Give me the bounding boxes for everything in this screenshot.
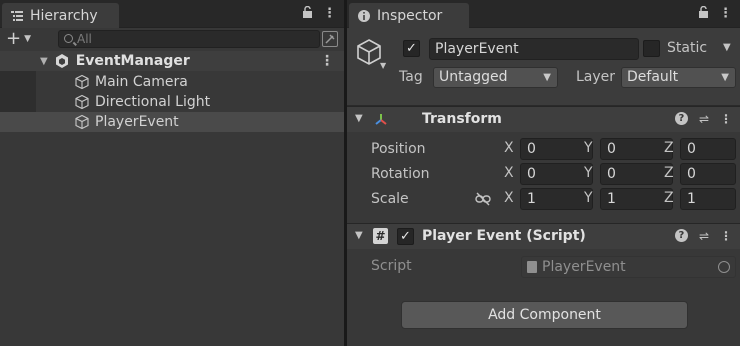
hierarchy-toolbar: + ▼: [0, 28, 344, 50]
tab-inspector[interactable]: Inspector: [349, 3, 469, 28]
hierarchy-search[interactable]: [58, 30, 320, 48]
gameobject-cube-icon[interactable]: [355, 38, 383, 70]
axis-x-label: X: [504, 190, 514, 206]
link-icon[interactable]: [475, 192, 491, 210]
script-icon: #: [373, 228, 388, 244]
transform-title: Transform: [422, 111, 502, 127]
fold-arrow-icon[interactable]: ▼: [355, 113, 363, 124]
inspector-panel: Inspector ⋮ ▼ ✓ PlayerEvent Static ▼ Tag…: [347, 0, 740, 346]
rotation-x-field[interactable]: 0: [520, 163, 593, 185]
script-component-header[interactable]: ▼ # ✓ Player Event (Script) ? ⇌ ⋮: [347, 223, 740, 249]
position-row: Position X 0 Y 0 Z 0: [347, 137, 740, 162]
fold-arrow-icon[interactable]: ▼: [40, 56, 48, 67]
search-icon: [64, 34, 73, 43]
lock-icon[interactable]: [698, 5, 709, 22]
static-label: Static: [667, 40, 708, 56]
axis-x-label: X: [504, 165, 514, 181]
position-z-field[interactable]: 0: [680, 138, 736, 160]
tag-label: Tag: [399, 69, 423, 85]
script-file-icon: [527, 261, 537, 273]
script-enabled-checkbox[interactable]: ✓: [397, 228, 414, 245]
active-checkbox[interactable]: ✓: [403, 40, 420, 57]
transform-icon: [373, 112, 389, 132]
tab-hierarchy[interactable]: Hierarchy: [2, 3, 119, 28]
chevron-down-icon[interactable]: ▼: [24, 34, 31, 44]
object-name-field[interactable]: PlayerEvent: [429, 38, 639, 60]
scene-name: EventManager: [75, 53, 190, 69]
static-dropdown-icon[interactable]: ▼: [723, 42, 731, 53]
hierarchy-item-label: Directional Light: [95, 94, 211, 110]
add-component-button[interactable]: Add Component: [401, 301, 688, 329]
static-checkbox[interactable]: [643, 40, 660, 57]
cube-icon: [74, 74, 90, 90]
axis-y-label: Y: [584, 165, 593, 181]
rotation-label: Rotation: [371, 166, 430, 182]
axis-z-label: Z: [664, 190, 674, 206]
fold-arrow-icon[interactable]: ▼: [355, 230, 363, 241]
layer-label: Layer: [576, 69, 616, 85]
rotation-z-field[interactable]: 0: [680, 163, 736, 185]
search-input[interactable]: [77, 31, 307, 47]
script-value: PlayerEvent: [542, 259, 626, 275]
rotation-y-field[interactable]: 0: [600, 163, 673, 185]
unity-scene-icon: [54, 53, 70, 69]
script-field: PlayerEvent: [521, 256, 736, 278]
scene-kebab-icon[interactable]: ⋮: [320, 53, 334, 69]
kebab-icon[interactable]: ⋮: [720, 112, 732, 126]
scale-z-field[interactable]: 1: [680, 188, 736, 210]
scale-x-field[interactable]: 1: [520, 188, 593, 210]
hierarchy-panel: Hierarchy ⋮ + ▼ ▼ EventManager ⋮: [0, 0, 344, 346]
plus-icon[interactable]: +: [6, 30, 21, 48]
object-picker-icon[interactable]: [718, 261, 730, 273]
tag-dropdown[interactable]: Untagged ▼: [433, 67, 558, 88]
preset-icon[interactable]: ⇌: [699, 229, 709, 243]
hierarchy-item-playerevent[interactable]: PlayerEvent: [0, 112, 344, 132]
scale-label: Scale: [371, 191, 409, 207]
hierarchy-tab-label: Hierarchy: [30, 7, 98, 24]
gameobject-header: ▼ ✓ PlayerEvent Static ▼ Tag Untagged ▼ …: [347, 28, 740, 106]
position-x-field[interactable]: 0: [520, 138, 593, 160]
scene-row[interactable]: ▼ EventManager ⋮: [0, 51, 344, 71]
transform-header[interactable]: ▼ Transform ? ⇌ ⋮: [347, 106, 740, 132]
cube-icon: [74, 94, 90, 110]
lock-icon[interactable]: [302, 5, 313, 22]
script-label: Script: [371, 258, 412, 274]
picker-icon[interactable]: [322, 31, 338, 47]
kebab-icon[interactable]: ⋮: [719, 6, 732, 22]
preset-icon[interactable]: ⇌: [699, 112, 709, 126]
axis-z-label: Z: [664, 140, 674, 156]
scale-row: Scale X 1 Y 1 Z 1: [347, 187, 740, 212]
position-label: Position: [371, 141, 426, 157]
kebab-icon[interactable]: ⋮: [323, 6, 336, 22]
cube-icon: [74, 114, 90, 130]
hierarchy-item-main-camera[interactable]: Main Camera: [0, 72, 344, 92]
chevron-down-icon: ▼: [721, 72, 729, 83]
chevron-down-icon: ▼: [543, 72, 551, 83]
inspector-tabbar: Inspector ⋮: [347, 0, 740, 28]
tag-value: Untagged: [439, 69, 508, 85]
position-y-field[interactable]: 0: [600, 138, 673, 160]
info-icon: [357, 9, 371, 23]
kebab-icon[interactable]: ⋮: [720, 229, 732, 243]
rotation-row: Rotation X 0 Y 0 Z 0: [347, 162, 740, 187]
layer-value: Default: [627, 69, 679, 85]
inspector-tab-label: Inspector: [377, 7, 443, 24]
layer-dropdown[interactable]: Default ▼: [621, 67, 736, 88]
hierarchy-item-label: PlayerEvent: [95, 114, 179, 130]
axis-x-label: X: [504, 140, 514, 156]
icon-dropdown-icon[interactable]: ▼: [380, 61, 386, 70]
axis-y-label: Y: [584, 140, 593, 156]
help-icon[interactable]: ?: [674, 112, 688, 125]
hierarchy-item-directional-light[interactable]: Directional Light: [0, 92, 344, 112]
script-component-title: Player Event (Script): [422, 228, 586, 244]
hierarchy-tabbar: Hierarchy ⋮: [0, 0, 344, 28]
axis-z-label: Z: [664, 165, 674, 181]
axis-y-label: Y: [584, 190, 593, 206]
hierarchy-icon: [10, 9, 24, 23]
help-icon[interactable]: ?: [674, 229, 688, 242]
hierarchy-item-label: Main Camera: [95, 74, 188, 90]
scale-y-field[interactable]: 1: [600, 188, 673, 210]
